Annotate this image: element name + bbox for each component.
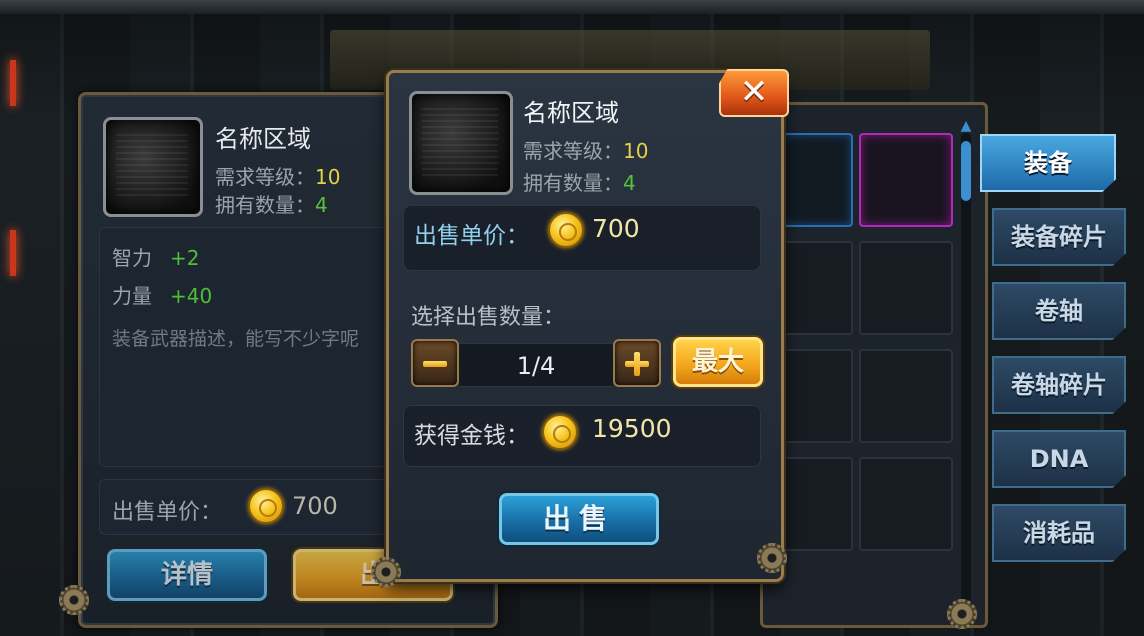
unit-price-label: 出售单价： [112,500,223,525]
attribute-name: 力量 [112,284,152,308]
details-button[interactable]: 详情 [107,549,267,601]
gear-ornament-icon [371,557,401,587]
tab-consumables[interactable]: 消耗品 [992,504,1126,562]
attribute-row: 力量 +40 [112,280,212,309]
tab-equipment-fragments[interactable]: 装备碎片 [992,208,1126,266]
sell-dialog: 名称区域 需求等级：10 拥有数量：4 出售单价： 700 选择出售数量： 1/… [371,69,789,587]
owned-count-value: 4 [623,171,636,195]
ceiling-beam [0,0,1144,14]
item-name: 名称区域 [523,99,619,127]
inventory-slot[interactable] [859,133,953,227]
gear-ornament-icon [947,599,977,629]
attribute-row: 智力 +2 [112,242,199,271]
inventory-slot[interactable] [859,457,953,551]
gold-coin-icon [542,414,578,450]
tab-dna[interactable]: DNA [992,430,1126,488]
earned-money-label: 获得金钱： [414,423,529,449]
item-thumbnail [103,117,203,217]
scrollbar-thumb[interactable] [961,141,971,201]
gear-ornament-icon [757,543,787,573]
plus-icon-vertical [634,352,640,376]
required-level-value: 10 [623,139,649,163]
gold-coin-icon [548,212,584,248]
inventory-slot[interactable] [859,349,953,443]
tab-scrolls[interactable]: 卷轴 [992,282,1126,340]
item-description: 装备武器描述，能写不少字呢 [112,328,360,350]
gold-coin-icon [248,488,284,524]
owned-count-label: 拥有数量： [523,171,623,195]
inventory-slot[interactable] [859,241,953,335]
required-level-label: 需求等级： [215,165,315,189]
close-icon[interactable]: ✕ [719,69,789,117]
owned-count: 拥有数量：4 [215,189,328,218]
unit-price-label: 出售单价： [414,223,529,249]
quantity-field[interactable]: 1/4 [459,343,613,387]
item-thumbnail [409,91,513,195]
unit-price-box: 出售单价： 700 [403,205,761,271]
earned-money-box: 获得金钱： 19500 [403,405,761,467]
earned-money-value: 19500 [592,414,672,443]
inventory-grid: ▲ ▼ [759,102,988,629]
unit-price-value: 700 [292,492,338,520]
required-level: 需求等级：10 [523,135,648,164]
owned-count-label: 拥有数量： [215,193,315,217]
decrease-quantity-button[interactable] [411,339,459,387]
owned-count: 拥有数量：4 [523,167,636,196]
minus-icon [423,361,447,367]
item-name: 名称区域 [215,125,311,153]
owned-count-value: 4 [315,193,328,217]
quantity-label: 选择出售数量： [411,305,566,330]
attribute-value: +2 [170,246,200,270]
max-quantity-button[interactable]: 最大 [673,337,763,387]
scroll-up-arrow-icon[interactable]: ▲ [959,119,973,133]
required-level-label: 需求等级： [523,139,623,163]
sell-button[interactable]: 出售 [499,493,659,545]
inventory-scrollbar[interactable] [961,133,971,603]
tab-scroll-fragments[interactable]: 卷轴碎片 [992,356,1126,414]
required-level-value: 10 [315,165,341,189]
warning-light [10,230,16,276]
attribute-value: +40 [170,284,213,308]
increase-quantity-button[interactable] [613,339,661,387]
tab-equipment[interactable]: 装备 [980,134,1116,192]
gear-ornament-icon [59,585,89,615]
warning-light [10,60,16,106]
attribute-name: 智力 [112,246,152,270]
required-level: 需求等级：10 [215,161,340,190]
unit-price-value: 700 [592,214,640,243]
